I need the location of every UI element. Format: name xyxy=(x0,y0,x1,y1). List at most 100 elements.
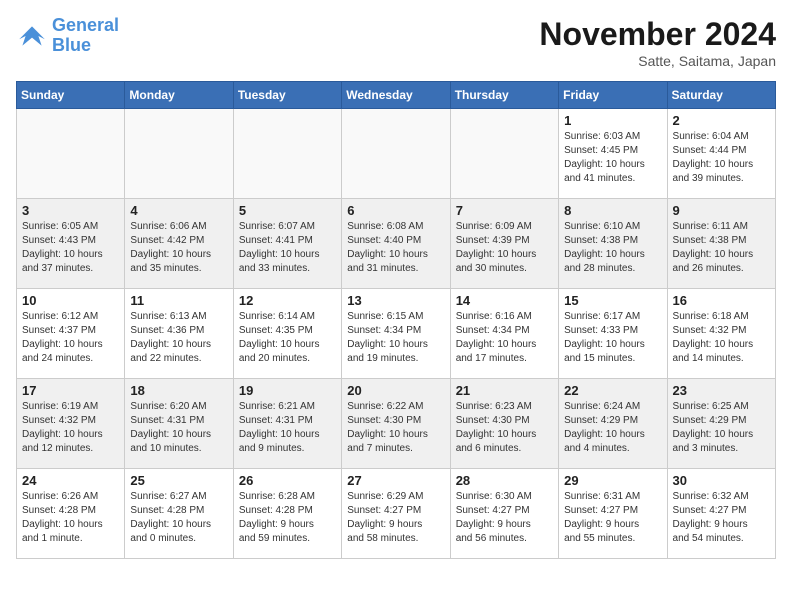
day-info: Sunrise: 6:10 AM Sunset: 4:38 PM Dayligh… xyxy=(564,220,661,276)
calendar-cell xyxy=(450,109,558,199)
day-number: 10 xyxy=(22,293,119,308)
calendar-cell: 15Sunrise: 6:17 AM Sunset: 4:33 PM Dayli… xyxy=(559,289,667,379)
day-number: 19 xyxy=(239,383,336,398)
calendar-subtitle: Satte, Saitama, Japan xyxy=(539,53,776,69)
calendar-cell: 11Sunrise: 6:13 AM Sunset: 4:36 PM Dayli… xyxy=(125,289,233,379)
day-number: 13 xyxy=(347,293,444,308)
day-info: Sunrise: 6:07 AM Sunset: 4:41 PM Dayligh… xyxy=(239,220,336,276)
day-number: 25 xyxy=(130,473,227,488)
calendar-cell xyxy=(125,109,233,199)
day-number: 4 xyxy=(130,203,227,218)
day-number: 2 xyxy=(673,113,770,128)
calendar-cell: 4 Sunrise: 6:06 AM Sunset: 4:42 PM Daylig… xyxy=(125,199,233,289)
day-info: Sunrise: 6:04 AM Sunset: 4:44 PM Dayligh… xyxy=(673,130,770,186)
calendar-cell: 27 Sunrise: 6:29 AM Sunset: 4:27 PM Dayli… xyxy=(342,469,450,559)
header-monday: Monday xyxy=(125,82,233,109)
calendar-cell xyxy=(17,109,125,199)
day-info: Sunrise: 6:11 AM Sunset: 4:38 PM Dayligh… xyxy=(673,220,770,276)
day-number: 21 xyxy=(456,383,553,398)
logo-bird-icon xyxy=(16,20,48,52)
day-info: Sunrise: 6:30 AM Sunset: 4:27 PM Dayligh… xyxy=(456,490,553,546)
header-wednesday: Wednesday xyxy=(342,82,450,109)
calendar-cell xyxy=(342,109,450,199)
calendar-cell: 28 Sunrise: 6:30 AM Sunset: 4:27 PM Dayli… xyxy=(450,469,558,559)
day-info: Sunrise: 6:08 AM Sunset: 4:40 PM Dayligh… xyxy=(347,220,444,276)
page-header: General Blue November 2024 Satte, Saitam… xyxy=(16,16,776,69)
day-info: Sunrise: 6:23 AM Sunset: 4:30 PM Dayligh… xyxy=(456,400,553,456)
day-number: 20 xyxy=(347,383,444,398)
calendar-cell: 10 Sunrise: 6:12 AM Sunset: 4:37 PM Dayli… xyxy=(17,289,125,379)
day-info: Sunrise: 6:06 AM Sunset: 4:42 PM Dayligh… xyxy=(130,220,227,276)
day-info: Sunrise: 6:32 AM Sunset: 4:27 PM Dayligh… xyxy=(673,490,770,546)
calendar-title: November 2024 xyxy=(539,16,776,53)
logo: General Blue xyxy=(16,16,119,56)
day-info: Sunrise: 6:31 AM Sunset: 4:27 PM Dayligh… xyxy=(564,490,661,546)
calendar-cell: 6 Sunrise: 6:08 AM Sunset: 4:40 PM Daylig… xyxy=(342,199,450,289)
calendar-cell: 23 Sunrise: 6:25 AM Sunset: 4:29 PM Dayli… xyxy=(667,379,775,469)
calendar-cell: 30Sunrise: 6:32 AM Sunset: 4:27 PM Dayli… xyxy=(667,469,775,559)
calendar-cell: 5 Sunrise: 6:07 AM Sunset: 4:41 PM Daylig… xyxy=(233,199,341,289)
day-info: Sunrise: 6:28 AM Sunset: 4:28 PM Dayligh… xyxy=(239,490,336,546)
day-number: 9 xyxy=(673,203,770,218)
day-info: Sunrise: 6:29 AM Sunset: 4:27 PM Dayligh… xyxy=(347,490,444,546)
header-saturday: Saturday xyxy=(667,82,775,109)
day-number: 26 xyxy=(239,473,336,488)
day-number: 6 xyxy=(347,203,444,218)
calendar-cell: 29 Sunrise: 6:31 AM Sunset: 4:27 PM Dayli… xyxy=(559,469,667,559)
week-row-2: 3 Sunrise: 6:05 AM Sunset: 4:43 PM Daylig… xyxy=(17,199,776,289)
calendar-cell: 13Sunrise: 6:15 AM Sunset: 4:34 PM Dayli… xyxy=(342,289,450,379)
day-info: Sunrise: 6:24 AM Sunset: 4:29 PM Dayligh… xyxy=(564,400,661,456)
calendar-cell xyxy=(233,109,341,199)
day-info: Sunrise: 6:27 AM Sunset: 4:28 PM Dayligh… xyxy=(130,490,227,546)
day-number: 22 xyxy=(564,383,661,398)
day-number: 16 xyxy=(673,293,770,308)
logo-text: General Blue xyxy=(52,16,119,56)
header-friday: Friday xyxy=(559,82,667,109)
header-tuesday: Tuesday xyxy=(233,82,341,109)
calendar-cell: 16 Sunrise: 6:18 AM Sunset: 4:32 PM Dayli… xyxy=(667,289,775,379)
calendar-cell: 12 Sunrise: 6:14 AM Sunset: 4:35 PM Dayli… xyxy=(233,289,341,379)
day-number: 8 xyxy=(564,203,661,218)
calendar-cell: 3 Sunrise: 6:05 AM Sunset: 4:43 PM Daylig… xyxy=(17,199,125,289)
title-block: November 2024 Satte, Saitama, Japan xyxy=(539,16,776,69)
day-number: 24 xyxy=(22,473,119,488)
calendar-cell: 9 Sunrise: 6:11 AM Sunset: 4:38 PM Daylig… xyxy=(667,199,775,289)
header-row: SundayMondayTuesdayWednesdayThursdayFrid… xyxy=(17,82,776,109)
day-info: Sunrise: 6:12 AM Sunset: 4:37 PM Dayligh… xyxy=(22,310,119,366)
calendar-cell: 25 Sunrise: 6:27 AM Sunset: 4:28 PM Dayli… xyxy=(125,469,233,559)
calendar-cell: 19 Sunrise: 6:21 AM Sunset: 4:31 PM Dayli… xyxy=(233,379,341,469)
day-info: Sunrise: 6:09 AM Sunset: 4:39 PM Dayligh… xyxy=(456,220,553,276)
day-info: Sunrise: 6:05 AM Sunset: 4:43 PM Dayligh… xyxy=(22,220,119,276)
week-row-1: 1Sunrise: 6:03 AM Sunset: 4:45 PM Daylig… xyxy=(17,109,776,199)
day-number: 27 xyxy=(347,473,444,488)
week-row-3: 10 Sunrise: 6:12 AM Sunset: 4:37 PM Dayli… xyxy=(17,289,776,379)
calendar-cell: 8 Sunrise: 6:10 AM Sunset: 4:38 PM Daylig… xyxy=(559,199,667,289)
day-info: Sunrise: 6:22 AM Sunset: 4:30 PM Dayligh… xyxy=(347,400,444,456)
day-number: 23 xyxy=(673,383,770,398)
calendar-header: SundayMondayTuesdayWednesdayThursdayFrid… xyxy=(17,82,776,109)
day-info: Sunrise: 6:19 AM Sunset: 4:32 PM Dayligh… xyxy=(22,400,119,456)
day-info: Sunrise: 6:16 AM Sunset: 4:34 PM Dayligh… xyxy=(456,310,553,366)
day-number: 28 xyxy=(456,473,553,488)
calendar-cell: 22 Sunrise: 6:24 AM Sunset: 4:29 PM Dayli… xyxy=(559,379,667,469)
day-info: Sunrise: 6:14 AM Sunset: 4:35 PM Dayligh… xyxy=(239,310,336,366)
calendar-cell: 14 Sunrise: 6:16 AM Sunset: 4:34 PM Dayli… xyxy=(450,289,558,379)
calendar-cell: 18Sunrise: 6:20 AM Sunset: 4:31 PM Dayli… xyxy=(125,379,233,469)
day-number: 29 xyxy=(564,473,661,488)
day-info: Sunrise: 6:18 AM Sunset: 4:32 PM Dayligh… xyxy=(673,310,770,366)
week-row-5: 24Sunrise: 6:26 AM Sunset: 4:28 PM Dayli… xyxy=(17,469,776,559)
week-row-4: 17Sunrise: 6:19 AM Sunset: 4:32 PM Dayli… xyxy=(17,379,776,469)
day-number: 14 xyxy=(456,293,553,308)
day-info: Sunrise: 6:13 AM Sunset: 4:36 PM Dayligh… xyxy=(130,310,227,366)
day-number: 3 xyxy=(22,203,119,218)
day-number: 5 xyxy=(239,203,336,218)
day-number: 7 xyxy=(456,203,553,218)
day-number: 12 xyxy=(239,293,336,308)
day-info: Sunrise: 6:20 AM Sunset: 4:31 PM Dayligh… xyxy=(130,400,227,456)
day-info: Sunrise: 6:25 AM Sunset: 4:29 PM Dayligh… xyxy=(673,400,770,456)
calendar-cell: 1Sunrise: 6:03 AM Sunset: 4:45 PM Daylig… xyxy=(559,109,667,199)
header-sunday: Sunday xyxy=(17,82,125,109)
calendar-cell: 7 Sunrise: 6:09 AM Sunset: 4:39 PM Daylig… xyxy=(450,199,558,289)
day-number: 15 xyxy=(564,293,661,308)
day-info: Sunrise: 6:21 AM Sunset: 4:31 PM Dayligh… xyxy=(239,400,336,456)
